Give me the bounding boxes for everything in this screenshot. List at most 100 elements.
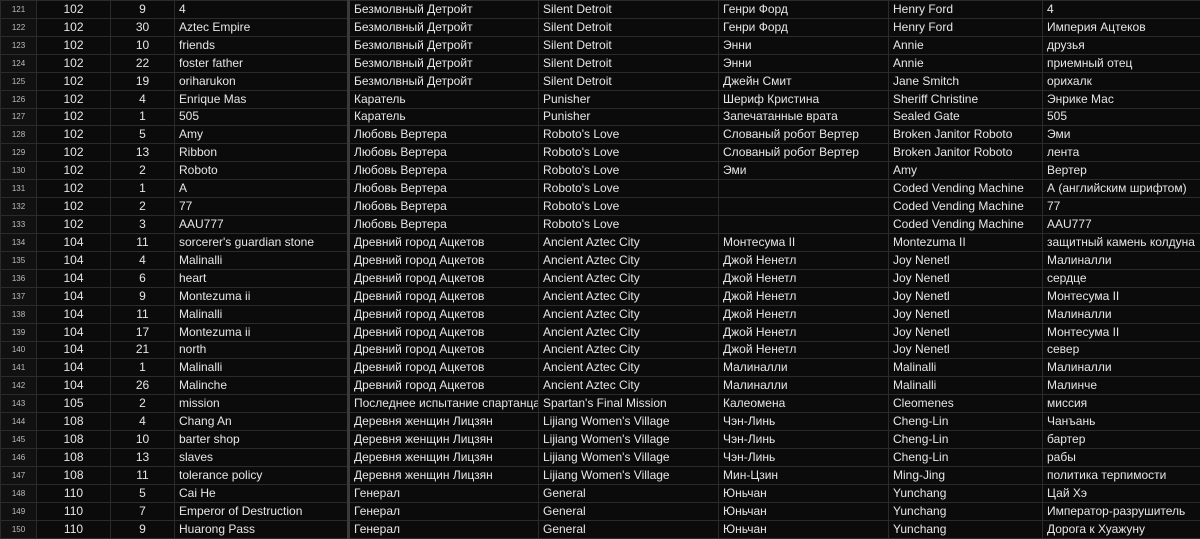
cell[interactable]: 110 [37,502,111,520]
cell[interactable]: 4 [111,251,175,269]
cell[interactable]: Джой Ненетл [719,341,889,359]
cell[interactable]: Малинче [1043,377,1200,395]
cell[interactable]: приемный отец [1043,54,1200,72]
cell[interactable]: 77 [1043,198,1200,216]
cell[interactable]: Каратель [349,90,539,108]
cell[interactable]: Punisher [539,90,719,108]
cell[interactable]: Чэн-Линь [719,449,889,467]
table-row[interactable]: 1271021505КарательPunisherЗапечатанные в… [1,108,1200,126]
cell[interactable]: General [539,484,719,502]
cell[interactable]: Ancient Aztec City [539,323,719,341]
cell[interactable]: 102 [37,1,111,19]
cell[interactable]: рабы [1043,449,1200,467]
cell[interactable]: 5 [111,484,175,502]
cell[interactable]: Древний город Ацкетов [349,305,539,323]
cell[interactable]: Cheng-Lin [889,413,1043,431]
cell[interactable]: Древний город Ацкетов [349,233,539,251]
cell[interactable]: Запечатанные врата [719,108,889,126]
cell[interactable]: Эми [1043,126,1200,144]
cell[interactable]: Roboto's Love [539,216,719,234]
cell[interactable]: foster father [175,54,349,72]
cell[interactable]: Emperor of Destruction [175,502,349,520]
cell[interactable]: Cheng-Lin [889,449,1043,467]
cell[interactable]: 4 [1043,1,1200,19]
cell[interactable]: 110 [37,484,111,502]
cell[interactable]: AAU777 [1043,216,1200,234]
cell[interactable]: 102 [37,126,111,144]
cell[interactable]: Ancient Aztec City [539,377,719,395]
cell[interactable]: Чанъань [1043,413,1200,431]
cell[interactable]: Деревня женщин Лицзян [349,413,539,431]
cell[interactable]: Joy Nenetl [889,269,1043,287]
cell[interactable]: Малиналли [1043,251,1200,269]
cell[interactable]: 6 [111,269,175,287]
cell[interactable]: General [539,520,719,538]
table-row[interactable]: 12210230Aztec EmpireБезмолвный ДетройтSi… [1,18,1200,36]
cell[interactable]: 102 [37,72,111,90]
cell[interactable]: Безмолвный Детройт [349,36,539,54]
cell[interactable]: Roboto's Love [539,198,719,216]
cell[interactable]: Монтесума II [1043,287,1200,305]
cell[interactable]: Энрике Мас [1043,90,1200,108]
cell[interactable]: Aztec Empire [175,18,349,36]
cell[interactable]: 9 [111,520,175,538]
cell[interactable]: Roboto's Love [539,144,719,162]
table-row[interactable]: 1361046heartДревний город АцкетовAncient… [1,269,1200,287]
table-row[interactable]: 14710811tolerance policyДеревня женщин Л… [1,466,1200,484]
cell[interactable]: 10 [111,431,175,449]
cell[interactable] [719,216,889,234]
cell[interactable]: 102 [37,216,111,234]
cell[interactable]: Lijiang Women's Village [539,449,719,467]
cell[interactable]: heart [175,269,349,287]
cell[interactable]: Джой Ненетл [719,323,889,341]
cell[interactable]: Древний город Ацкетов [349,323,539,341]
cell[interactable]: Lijiang Women's Village [539,466,719,484]
cell[interactable]: Любовь Вертера [349,126,539,144]
cell[interactable]: Montezuma ii [175,287,349,305]
cell[interactable]: 77 [175,198,349,216]
cell[interactable]: Malinalli [889,359,1043,377]
cell[interactable]: 108 [37,449,111,467]
table-row[interactable]: 1411041MalinalliДревний город АцкетовAnc… [1,359,1200,377]
cell[interactable]: Эми [719,162,889,180]
cell[interactable]: 17 [111,323,175,341]
cell[interactable]: орихалк [1043,72,1200,90]
cell[interactable]: AAU777 [175,216,349,234]
cell[interactable]: 102 [37,54,111,72]
cell[interactable]: tolerance policy [175,466,349,484]
cell[interactable]: Энни [719,54,889,72]
cell[interactable]: Ribbon [175,144,349,162]
cell[interactable] [719,198,889,216]
cell[interactable]: Cleomenes [889,395,1043,413]
cell[interactable]: Монтесума II [1043,323,1200,341]
cell[interactable]: Древний город Ацкетов [349,359,539,377]
cell[interactable]: Джейн Смит [719,72,889,90]
cell[interactable]: Joy Nenetl [889,305,1043,323]
cell[interactable]: 2 [111,162,175,180]
cell[interactable]: Sheriff Christine [889,90,1043,108]
cell[interactable]: Древний город Ацкетов [349,269,539,287]
cell[interactable]: Джой Ненетл [719,305,889,323]
cell[interactable]: Enrique Mas [175,90,349,108]
cell[interactable]: Дорога к Хуажуну [1043,520,1200,538]
cell[interactable]: Malinalli [175,359,349,377]
cell[interactable]: защитный камень колдуна [1043,233,1200,251]
cell[interactable]: 108 [37,466,111,484]
cell[interactable]: Annie [889,36,1043,54]
cell[interactable]: slaves [175,449,349,467]
cell[interactable]: 1 [111,180,175,198]
cell[interactable]: 1 [111,108,175,126]
cell[interactable]: Silent Detroit [539,1,719,19]
cell[interactable]: Генри Форд [719,1,889,19]
cell[interactable]: Джой Ненетл [719,287,889,305]
cell[interactable]: бартер [1043,431,1200,449]
cell[interactable]: 1 [111,359,175,377]
cell[interactable]: north [175,341,349,359]
cell[interactable]: 3 [111,216,175,234]
cell[interactable]: Последнее испытание спартанца [349,395,539,413]
table-row[interactable]: 1371049Montezuma iiДревний город Ацкетов… [1,287,1200,305]
cell[interactable]: Silent Detroit [539,36,719,54]
cell[interactable]: Cheng-Lin [889,431,1043,449]
cell[interactable]: Древний город Ацкетов [349,287,539,305]
cell[interactable]: Roboto's Love [539,180,719,198]
